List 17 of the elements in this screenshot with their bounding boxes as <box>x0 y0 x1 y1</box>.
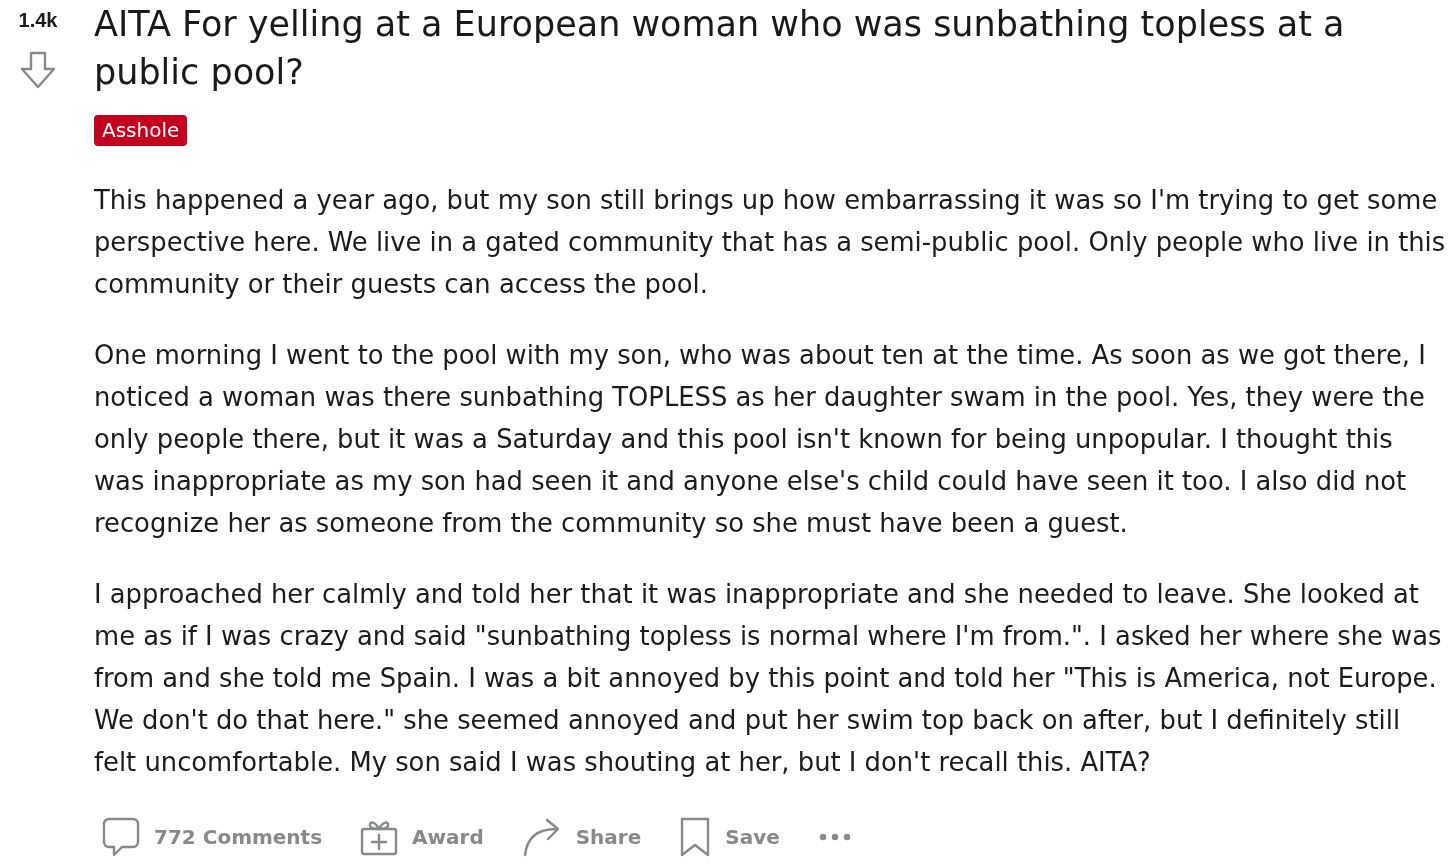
down-arrow-icon <box>20 51 56 89</box>
post-title: AITA For yelling at a European woman who was sunbathing topless at a public pool? <box>94 3 1346 94</box>
flair-tag: Asshole <box>94 115 188 146</box>
body-paragraph: One morning I went to the pool with my son, who was about ten at the time. As soon as we got there, I noticed a woman was there sunbathing TOPLESS as her daughter swam in the pool. Yes, they were the only people there, but it was a Saturday and this pool isn't known for being unpopular. I thought this was inappropriate as my son had seen it and anyone else's child could have seen it too. I also did not recognize her as someone from the community so she must have been a guest. <box>94 339 1427 540</box>
body-paragraph: This happened a year ago, but my son still brings up how embarrassing it was so I'm trying to get some perspective here. We live in a gated community that has a semi-public pool. Only people who live in this community or their guests can access the pool. <box>94 184 1447 301</box>
downvote-button[interactable] <box>20 51 56 89</box>
comment-bubble-icon <box>102 817 140 857</box>
share-button[interactable]: Share <box>513 815 650 859</box>
award-button[interactable]: Award <box>352 816 492 858</box>
bookmark-icon <box>679 817 712 857</box>
more-dots-icon <box>817 832 852 842</box>
comments-button[interactable]: 772 Comments <box>94 815 331 859</box>
save-button[interactable]: Save <box>671 815 788 859</box>
vote-count: 1.4k <box>18 8 58 32</box>
gift-box-icon <box>360 818 399 856</box>
curved-arrow-icon <box>521 817 562 857</box>
body-paragraph: I approached her calmly and told her that it was inappropriate and she needed to leave. She looked at me as if I was crazy and said "sunbathing topless is normal where I'm from.". I asked her where she was from and she told me Spain. I was a bit annoyed by this point and told her "This is America, not Europe. We don't do that here." she seemed annoyed and put her swim top back on after, but I definitely still felt uncomfortable. My son said I was shouting at her, but I don't recall this. AITA? <box>94 578 1443 779</box>
